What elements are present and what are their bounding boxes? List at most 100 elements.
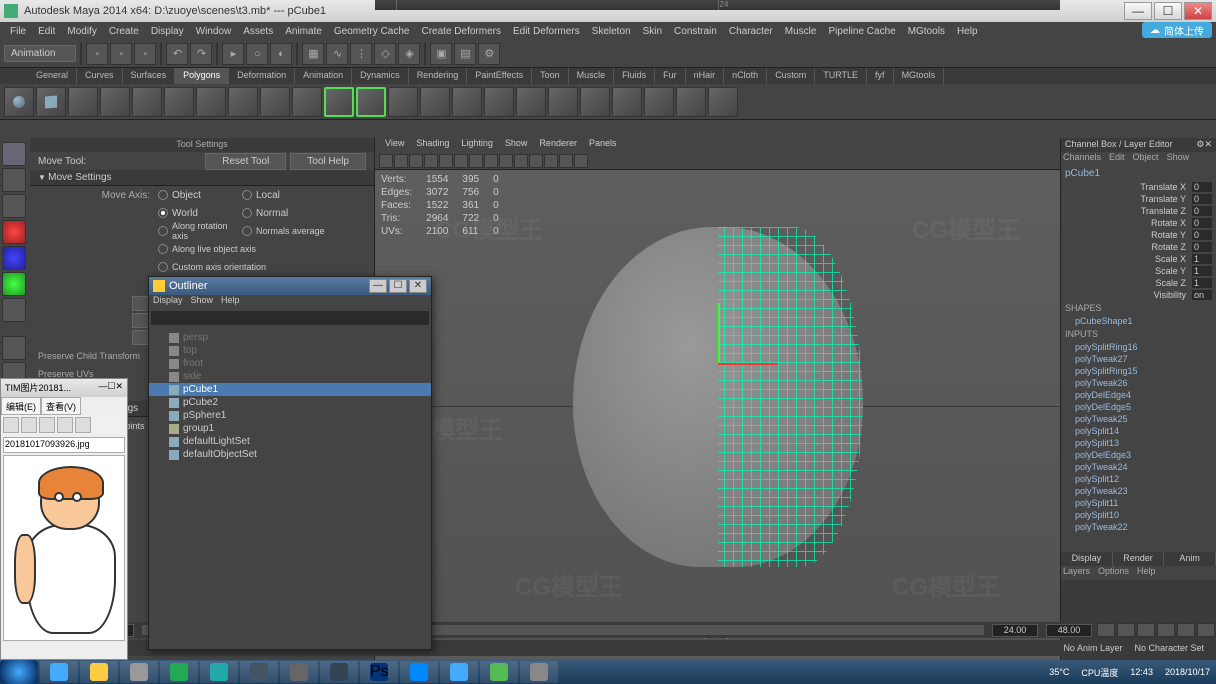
lasso-tool-icon[interactable] bbox=[2, 168, 26, 192]
layer-menu-help[interactable]: Help bbox=[1137, 566, 1156, 580]
shelf-tab-ncloth[interactable]: nCloth bbox=[724, 68, 767, 84]
outliner-item-persp[interactable]: persp bbox=[149, 331, 431, 344]
channel-value[interactable]: 1 bbox=[1192, 254, 1212, 264]
outliner-menu-display[interactable]: Display bbox=[153, 295, 183, 309]
taskbar-app5[interactable] bbox=[320, 661, 358, 683]
move-settings-section[interactable]: Move Settings bbox=[30, 170, 374, 186]
shelf-cone-icon[interactable] bbox=[100, 87, 130, 117]
outliner-item-front[interactable]: front bbox=[149, 357, 431, 370]
menu-assets[interactable]: Assets bbox=[237, 26, 279, 37]
layer-tab-display[interactable]: Display bbox=[1061, 552, 1113, 566]
shelf-prism-icon[interactable] bbox=[196, 87, 226, 117]
vp-menu-view[interactable]: View bbox=[379, 138, 410, 152]
shelf-insert-edge-icon[interactable] bbox=[676, 87, 706, 117]
taskbar-app7[interactable] bbox=[440, 661, 478, 683]
shelf-bridge-icon[interactable] bbox=[548, 87, 578, 117]
snap-plane-icon[interactable]: ◇ bbox=[374, 43, 396, 65]
cb-menu-object[interactable]: Object bbox=[1133, 152, 1159, 166]
input-node[interactable]: polyDelEdge3 bbox=[1061, 449, 1216, 461]
rotate-tool-icon[interactable] bbox=[2, 220, 26, 244]
input-node[interactable]: polyTweak24 bbox=[1061, 461, 1216, 473]
input-node[interactable]: polySplit10 bbox=[1061, 509, 1216, 521]
layer-menu-layers[interactable]: Layers bbox=[1063, 566, 1090, 580]
channel-value[interactable]: on bbox=[1192, 290, 1212, 300]
shelf-tab-painteffects[interactable]: PaintEffects bbox=[467, 68, 532, 84]
taskbar-app3[interactable] bbox=[240, 661, 278, 683]
taskbar-ps[interactable]: Ps bbox=[360, 661, 398, 683]
maximize-button[interactable]: ☐ bbox=[1154, 2, 1182, 20]
start-button[interactable] bbox=[0, 660, 38, 684]
ipr-icon[interactable]: ▤ bbox=[454, 43, 476, 65]
vp-isolate-icon[interactable] bbox=[559, 154, 573, 168]
image-viewer-titlebar[interactable]: TIM图片20181... —☐✕ bbox=[1, 379, 127, 397]
play-forward-button[interactable] bbox=[1157, 623, 1175, 637]
save-scene-icon[interactable]: ▫ bbox=[134, 43, 156, 65]
vp-menu-show[interactable]: Show bbox=[499, 138, 534, 152]
play-back-button[interactable] bbox=[1137, 623, 1155, 637]
tray-date[interactable]: 2018/10/17 bbox=[1165, 667, 1210, 677]
outliner-menu-show[interactable]: Show bbox=[191, 295, 214, 309]
menu-character[interactable]: Character bbox=[723, 26, 779, 37]
taskbar-app9[interactable] bbox=[520, 661, 558, 683]
soft-select-icon[interactable] bbox=[2, 298, 26, 322]
vp-bookmark-icon[interactable] bbox=[394, 154, 408, 168]
iv-filename[interactable]: 20181017093926.jpg bbox=[3, 437, 125, 453]
shelf-tab-surfaces[interactable]: Surfaces bbox=[123, 68, 176, 84]
shelf-separate-icon[interactable] bbox=[452, 87, 482, 117]
taskbar-explorer[interactable] bbox=[80, 661, 118, 683]
input-node[interactable]: polyTweak27 bbox=[1061, 353, 1216, 365]
shelf-cylinder-icon[interactable] bbox=[68, 87, 98, 117]
shelf-tab-deformation[interactable]: Deformation bbox=[229, 68, 295, 84]
redo-icon[interactable]: ↷ bbox=[190, 43, 212, 65]
outliner-item-side[interactable]: side bbox=[149, 370, 431, 383]
vp-film-gate-icon[interactable] bbox=[439, 154, 453, 168]
channel-value[interactable]: 0 bbox=[1192, 194, 1212, 204]
shelf-type-icon[interactable] bbox=[388, 87, 418, 117]
vp-image-plane-icon[interactable] bbox=[409, 154, 423, 168]
shelf-tab-curves[interactable]: Curves bbox=[77, 68, 123, 84]
shelf-tab-rendering[interactable]: Rendering bbox=[409, 68, 468, 84]
channel-value[interactable]: 0 bbox=[1192, 206, 1212, 216]
input-node[interactable]: polyDelEdge4 bbox=[1061, 389, 1216, 401]
vp-menu-shading[interactable]: Shading bbox=[410, 138, 455, 152]
radio-rotation-axis[interactable] bbox=[158, 226, 168, 236]
shelf-tab-fyf[interactable]: fyf bbox=[867, 68, 894, 84]
radio-normals-avg[interactable] bbox=[242, 226, 252, 236]
vp-textured-icon[interactable] bbox=[514, 154, 528, 168]
cb-menu-edit[interactable]: Edit bbox=[1109, 152, 1125, 166]
taskbar-maya[interactable] bbox=[200, 661, 238, 683]
tool-help-button[interactable]: Tool Help bbox=[290, 153, 366, 170]
image-viewer-window[interactable]: TIM图片20181... —☐✕ 编辑(E)查看(V) 20181017093… bbox=[0, 378, 128, 660]
taskbar-app1[interactable] bbox=[120, 661, 158, 683]
fast-forward-button[interactable] bbox=[1197, 623, 1215, 637]
outliner-search[interactable] bbox=[151, 311, 429, 325]
selected-node-name[interactable]: pCube1 bbox=[1061, 166, 1216, 181]
tray-time[interactable]: 12:43 bbox=[1130, 667, 1153, 677]
iv-tool-4[interactable] bbox=[57, 417, 73, 433]
channel-value[interactable]: 0 bbox=[1192, 230, 1212, 240]
playback-end-field[interactable] bbox=[992, 624, 1038, 637]
scale-tool-icon[interactable] bbox=[2, 246, 26, 270]
channel-translate-y[interactable]: Translate Y bbox=[1065, 194, 1192, 204]
cloud-upload-button[interactable]: ☁ 简体上传 bbox=[1142, 22, 1212, 38]
shelf-append-icon[interactable] bbox=[580, 87, 610, 117]
layer-tab-render[interactable]: Render bbox=[1113, 552, 1165, 566]
vp-menu-renderer[interactable]: Renderer bbox=[533, 138, 583, 152]
outliner-item-pcube1[interactable]: pCube1 bbox=[149, 383, 431, 396]
shelf-plane-icon[interactable] bbox=[132, 87, 162, 117]
shelf-soccer-icon[interactable] bbox=[324, 87, 354, 117]
shelf-smooth-icon[interactable] bbox=[612, 87, 642, 117]
taskbar-app2[interactable] bbox=[160, 661, 198, 683]
vp-shadows-icon[interactable] bbox=[544, 154, 558, 168]
outliner-item-defaultlightset[interactable]: defaultLightSet bbox=[149, 435, 431, 448]
viewport-canvas[interactable]: CG模型王 CG模型王 CG模型王 CG模型王 CG模型王 persp bbox=[375, 170, 1060, 642]
undo-icon[interactable]: ↶ bbox=[166, 43, 188, 65]
render-icon[interactable]: ▣ bbox=[430, 43, 452, 65]
radio-normal[interactable] bbox=[242, 208, 252, 218]
menu-pipeline-cache[interactable]: Pipeline Cache bbox=[822, 26, 901, 37]
channel-rotate-y[interactable]: Rotate Y bbox=[1065, 230, 1192, 240]
outliner-item-group1[interactable]: group1 bbox=[149, 422, 431, 435]
menu-geometry-cache[interactable]: Geometry Cache bbox=[328, 26, 416, 37]
shelf-combine-icon[interactable] bbox=[420, 87, 450, 117]
menu-skeleton[interactable]: Skeleton bbox=[586, 26, 637, 37]
